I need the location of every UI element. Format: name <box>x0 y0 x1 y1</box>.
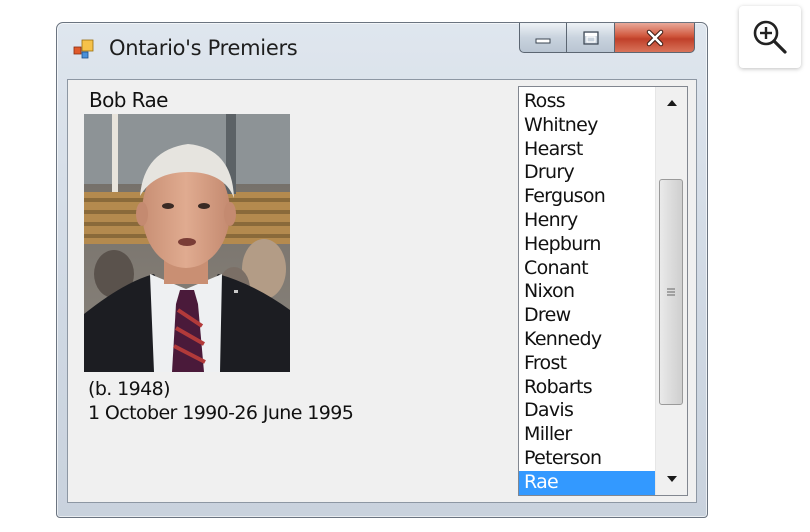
list-item[interactable]: Miller <box>519 423 655 447</box>
caption-buttons <box>519 23 695 53</box>
window-title: Ontario's Premiers <box>109 36 298 60</box>
title-bar[interactable]: Ontario's Premiers <box>57 23 707 73</box>
screen: Ontario's Premiers Bob Rae (b. 1948) 1 O… <box>0 0 810 532</box>
client-area: Bob Rae (b. 1948) 1 October 1990-26 June… <box>67 79 697 503</box>
list-item[interactable]: Conant <box>519 257 655 281</box>
list-item[interactable]: Henry <box>519 209 655 233</box>
premiers-listbox[interactable]: Ross Whitney Hearst Drury Ferguson Henry Hepbu… <box>518 86 688 496</box>
scroll-up-button[interactable] <box>656 89 687 117</box>
list-item[interactable]: Frost <box>519 352 655 376</box>
scroll-down-button[interactable] <box>656 465 687 493</box>
maximize-button[interactable] <box>567 23 615 53</box>
maximize-icon <box>582 30 599 45</box>
app-window-icon <box>73 39 94 59</box>
list-item[interactable]: Robarts <box>519 376 655 400</box>
listbox-scrollbar[interactable] <box>655 87 687 495</box>
list-item[interactable]: Hepburn <box>519 233 655 257</box>
list-item[interactable]: Ferguson <box>519 185 655 209</box>
close-button[interactable] <box>615 23 695 53</box>
premier-name-label: Bob Rae <box>89 88 168 112</box>
list-item[interactable]: Drew <box>519 304 655 328</box>
zoom-in-icon <box>753 20 787 54</box>
list-item[interactable]: Whitney <box>519 114 655 138</box>
arrow-up-icon <box>666 100 677 106</box>
premier-birth-label: (b. 1948) <box>88 378 171 400</box>
list-item[interactable]: Ross <box>519 90 655 114</box>
premier-photo <box>84 114 290 372</box>
grip-icon <box>667 288 675 296</box>
minimize-icon <box>535 38 551 43</box>
list-item[interactable]: Kennedy <box>519 328 655 352</box>
app-window: Ontario's Premiers Bob Rae (b. 1948) 1 O… <box>56 22 708 518</box>
listbox-items: Ross Whitney Hearst Drury Ferguson Henry Hepbu… <box>519 87 655 495</box>
premier-term-label: 1 October 1990-26 June 1995 <box>88 402 354 424</box>
list-item[interactable]: Drury <box>519 161 655 185</box>
list-item[interactable]: Rae <box>519 470 655 495</box>
list-item[interactable]: Nixon <box>519 280 655 304</box>
scroll-thumb[interactable] <box>659 179 683 405</box>
zoom-button[interactable] <box>739 6 801 68</box>
arrow-down-icon <box>666 476 677 482</box>
minimize-button[interactable] <box>519 23 567 53</box>
close-icon <box>646 29 663 46</box>
list-item[interactable]: Peterson <box>519 447 655 471</box>
list-item[interactable]: Davis <box>519 399 655 423</box>
list-item[interactable]: Hearst <box>519 138 655 162</box>
